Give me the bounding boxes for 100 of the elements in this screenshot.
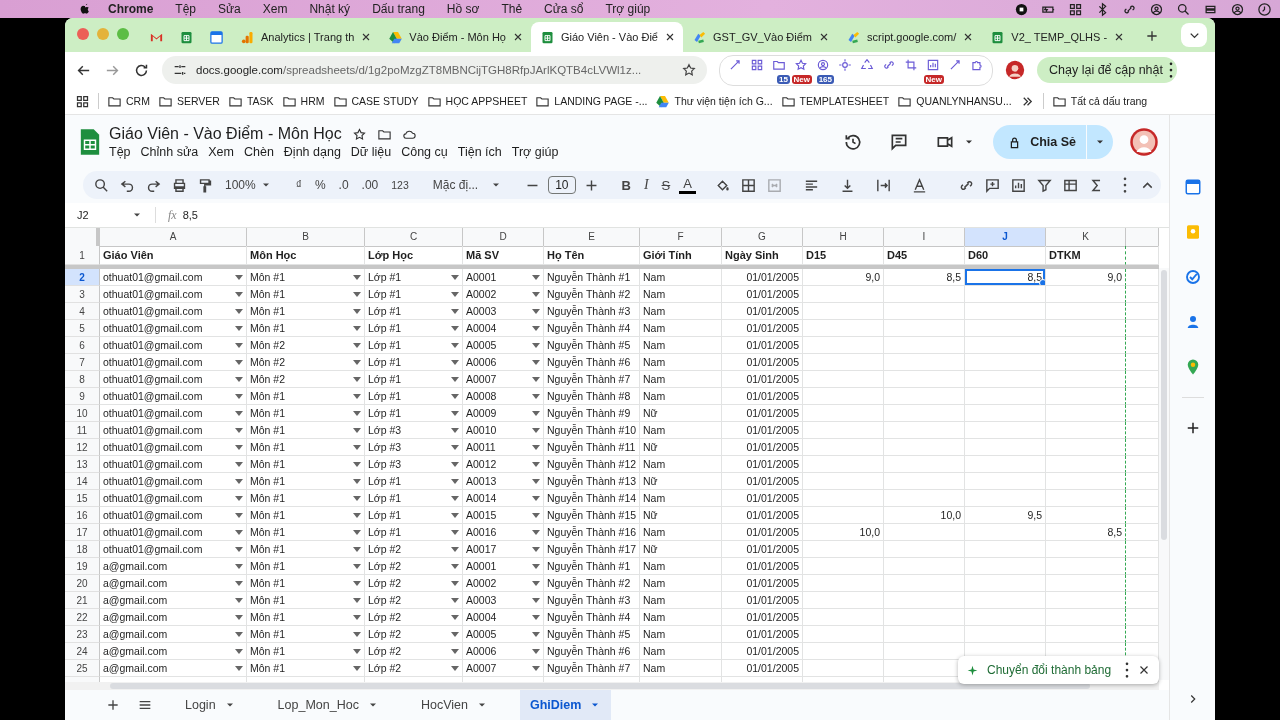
column-header[interactable]: G — [722, 228, 803, 247]
bookmark[interactable]: TASK — [227, 93, 274, 109]
row-number[interactable]: 8 — [65, 371, 100, 388]
menu-item[interactable]: Hồ sơ — [446, 2, 480, 16]
formula-field[interactable]: 8,5 — [182, 209, 198, 221]
bookmark[interactable]: TEMPLATESHEET — [780, 93, 890, 109]
sheet-tab[interactable]: HocVien — [410, 690, 498, 720]
update-button[interactable]: Chạy lại để cập nhật — [1037, 57, 1177, 83]
row-number[interactable]: 4 — [65, 303, 100, 320]
menu-item[interactable]: Chrome — [108, 2, 154, 16]
browser-tab[interactable]: Analytics | Trang th — [231, 22, 380, 52]
row-number[interactable]: 9 — [65, 388, 100, 405]
bookmark[interactable]: CRM — [107, 93, 150, 109]
strikethrough-button[interactable]: S — [657, 174, 675, 196]
sheet-tab[interactable]: GhiDiem — [519, 690, 612, 720]
bookmark[interactable]: CASE STUDY — [332, 93, 419, 109]
row-number[interactable]: 13 — [65, 456, 100, 473]
menu-item[interactable]: Cửa sổ — [544, 2, 584, 16]
row-number[interactable]: 11 — [65, 422, 100, 439]
row-number[interactable]: 6 — [65, 337, 100, 354]
italic-button[interactable]: I — [639, 174, 653, 196]
increase-decimal-button[interactable]: .00 — [357, 174, 383, 196]
browser-tab[interactable]: Vào Điểm - Môn Họ — [379, 22, 531, 52]
extension-button[interactable]: New — [790, 56, 812, 84]
menu-item[interactable]: Tệp — [109, 145, 131, 159]
menu-item[interactable]: Chỉnh sửa — [140, 145, 199, 159]
text-color-button[interactable]: A — [679, 176, 696, 194]
column-header[interactable]: H — [803, 228, 884, 247]
menu-item[interactable]: Công cụ — [401, 145, 448, 159]
row-number[interactable]: 17 — [65, 524, 100, 541]
row-number[interactable]: 14 — [65, 473, 100, 490]
row-number[interactable]: 3 — [65, 286, 100, 303]
browser-tab[interactable]: script.google.com/ — [837, 22, 982, 52]
browser-tab[interactable]: Giáo Viên - Vào Điể — [530, 22, 683, 52]
menu-item[interactable]: Dấu trang — [372, 2, 425, 16]
row-number[interactable]: 7 — [65, 354, 100, 371]
decrease-decimal-button[interactable]: .0 — [334, 174, 353, 196]
extension-button[interactable]: New — [922, 56, 944, 84]
menu-item[interactable]: Trợ giúp — [511, 145, 559, 159]
bookmark[interactable]: HRM — [281, 93, 325, 109]
column-header[interactable]: F — [640, 228, 722, 247]
bookmark[interactable]: Thư viện tiện ích G... — [655, 93, 773, 109]
row-number[interactable]: 19 — [65, 558, 100, 575]
number-format-button[interactable]: 123 — [387, 174, 413, 196]
row-number[interactable]: 25 — [65, 660, 100, 677]
menu-item[interactable]: Thẻ — [501, 2, 523, 16]
percent-button[interactable]: % — [310, 174, 330, 196]
menu-item[interactable]: Trợ giúp — [605, 2, 651, 16]
sheet-tab[interactable]: Login — [175, 690, 246, 720]
row-number[interactable]: 15 — [65, 490, 100, 507]
table-cell: Nam — [643, 611, 666, 623]
zoom-dropdown[interactable]: 100% — [221, 174, 276, 196]
table-cell: Lớp #2 — [368, 594, 402, 606]
row-number[interactable]: 20 — [65, 575, 100, 592]
row-number[interactable]: 24 — [65, 643, 100, 660]
row-number[interactable]: 2 — [65, 269, 100, 286]
extension-badge: 15 — [777, 74, 790, 84]
bold-button[interactable]: B — [617, 174, 635, 196]
row-number[interactable]: 22 — [65, 609, 100, 626]
font-dropdown[interactable]: Mặc đị... — [428, 174, 507, 196]
menu-item[interactable]: Sửa — [218, 2, 241, 16]
address-bar[interactable]: docs.google.com/spreadsheets/d/1g2poMzgZT8MBNCijTGH8RfpJArlKQTB4cLVWl1z... — [162, 56, 707, 84]
menu-item[interactable]: Xem — [262, 2, 288, 16]
row-number[interactable]: 12 — [65, 439, 100, 456]
convert-to-table-link[interactable]: Chuyển đổi thành bảng — [987, 663, 1112, 677]
browser-tab[interactable]: GST_GV_Vào Điểm — [683, 22, 838, 52]
row-number[interactable]: 16 — [65, 507, 100, 524]
column-header[interactable]: C — [365, 228, 463, 247]
name-box[interactable]: J2 — [77, 209, 125, 221]
browser-tab[interactable]: V2_ TEMP_QLHS - — [981, 22, 1133, 52]
extension-button[interactable]: 165 — [812, 56, 834, 84]
bookmark[interactable]: LANDING PAGE -... — [535, 93, 648, 109]
row-number[interactable]: 10 — [65, 405, 100, 422]
bookmark[interactable]: QUANLYNHANSU... — [897, 93, 1012, 109]
menu-item[interactable]: Nhật ký — [309, 2, 351, 16]
table-cell: a@gmail.com — [103, 662, 168, 674]
bookmark[interactable]: Tất cả dấu trang — [1051, 93, 1148, 109]
column-header[interactable]: B — [247, 228, 365, 247]
column-header[interactable]: K — [1046, 228, 1126, 247]
extension-button[interactable]: 15 — [768, 56, 790, 84]
column-header[interactable]: A — [100, 228, 247, 247]
menu-item[interactable]: Tệp — [175, 2, 197, 16]
menu-item[interactable]: Chèn — [243, 145, 274, 159]
column-header[interactable]: D — [463, 228, 544, 247]
row-number[interactable]: 18 — [65, 541, 100, 558]
row-number[interactable]: 5 — [65, 320, 100, 337]
font-size-field[interactable]: 10 — [548, 176, 576, 194]
row-number[interactable]: 23 — [65, 626, 100, 643]
column-header[interactable]: J — [965, 228, 1046, 247]
bookmark[interactable]: HỌC APPSHEET — [426, 93, 528, 109]
sheet-tab[interactable]: Lop_Mon_Hoc — [267, 690, 389, 720]
bookmark[interactable]: SERVER — [157, 93, 220, 109]
column-header[interactable]: E — [544, 228, 640, 247]
menu-item[interactable]: Dữ liệu — [350, 145, 392, 159]
row-number[interactable]: 21 — [65, 592, 100, 609]
document-title[interactable]: Giáo Viên - Vào Điểm - Môn Học — [109, 125, 342, 143]
menu-item[interactable]: Tiện ích — [457, 145, 502, 159]
currency-button[interactable]: ₫ — [291, 174, 306, 196]
menu-item[interactable]: Xem — [208, 145, 234, 159]
menu-item[interactable]: Định dạng — [283, 145, 341, 159]
